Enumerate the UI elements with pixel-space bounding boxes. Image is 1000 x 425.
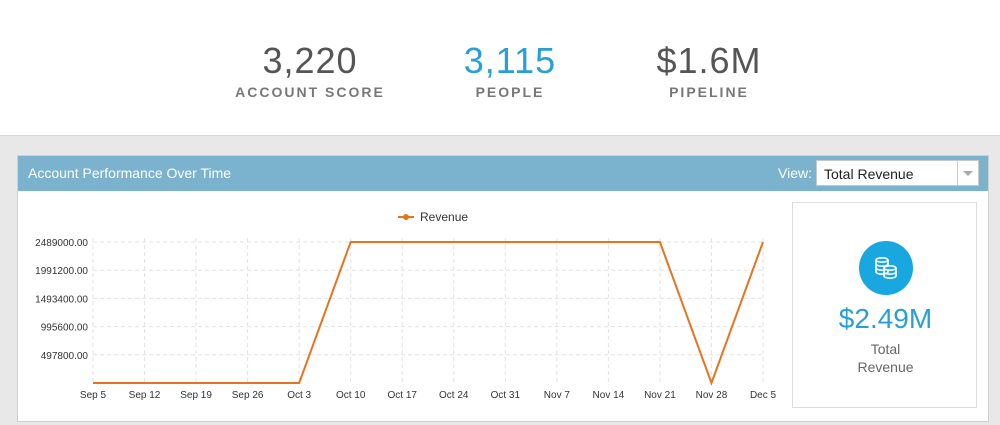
stat-label: PEOPLE	[475, 84, 545, 100]
stat-label: ACCOUNT SCORE	[235, 84, 385, 100]
stat-people: 3,115 PEOPLE	[410, 40, 610, 100]
y-tick-label: 2489000.00	[35, 238, 88, 249]
total-revenue-label: Total Revenue	[793, 340, 978, 376]
view-select-toggle[interactable]	[957, 161, 978, 185]
total-label-line1: Total	[870, 341, 901, 357]
x-tick-label: Nov 28	[696, 390, 728, 401]
legend-label-revenue: Revenue	[420, 210, 468, 224]
stats-bar: 3,220 ACCOUNT SCORE 3,115 PEOPLE $1.6M P…	[0, 0, 1000, 136]
view-select-value: Total Revenue	[824, 166, 914, 182]
coins-icon	[859, 241, 913, 295]
x-tick-label: Oct 3	[287, 390, 311, 401]
performance-panel: Account Performance Over Time View: Tota…	[17, 155, 989, 422]
total-revenue-card: $2.49M Total Revenue	[792, 202, 977, 408]
panel-header: Account Performance Over Time View: Tota…	[18, 156, 988, 191]
y-tick-label: 995600.00	[41, 323, 89, 334]
x-tick-label: Oct 24	[439, 390, 469, 401]
y-tick-label: 1493400.00	[35, 294, 88, 305]
x-tick-label: Nov 7	[544, 390, 571, 401]
x-tick-label: Nov 14	[593, 390, 625, 401]
stat-value: $1.6M	[656, 40, 762, 81]
x-tick-label: Sep 5	[80, 390, 107, 401]
x-tick-label: Dec 5	[750, 390, 777, 401]
series-line-revenue	[93, 241, 764, 386]
total-label-line2: Revenue	[857, 359, 914, 375]
x-tick-label: Nov 21	[644, 390, 676, 401]
x-tick-label: Sep 26	[232, 390, 264, 401]
x-tick-label: Oct 10	[336, 390, 366, 401]
x-tick-label: Oct 17	[387, 390, 417, 401]
chevron-down-icon	[963, 171, 973, 176]
stat-value: 3,115	[463, 40, 557, 81]
x-tick-label: Sep 19	[180, 390, 212, 401]
y-tick-label: 497800.00	[41, 351, 89, 362]
view-label: View:	[778, 165, 812, 181]
view-select[interactable]: Total Revenue	[816, 160, 979, 186]
x-tick-label: Sep 12	[129, 390, 161, 401]
legend-marker-revenue	[403, 214, 409, 220]
y-tick-label: 1991200.00	[35, 266, 88, 277]
revenue-line-chart: 497800.00 995600.00 1493400.00 1991200.00 24…	[35, 210, 777, 401]
stat-value: 3,220	[262, 40, 358, 81]
stat-account-score: 3,220 ACCOUNT SCORE	[210, 40, 410, 100]
stat-pipeline: $1.6M PIPELINE	[609, 40, 809, 100]
total-revenue-value: $2.49M	[838, 303, 933, 334]
panel-title: Account Performance Over Time	[28, 165, 232, 181]
x-tick-label: Oct 31	[491, 390, 521, 401]
stat-label: PIPELINE	[669, 84, 749, 100]
